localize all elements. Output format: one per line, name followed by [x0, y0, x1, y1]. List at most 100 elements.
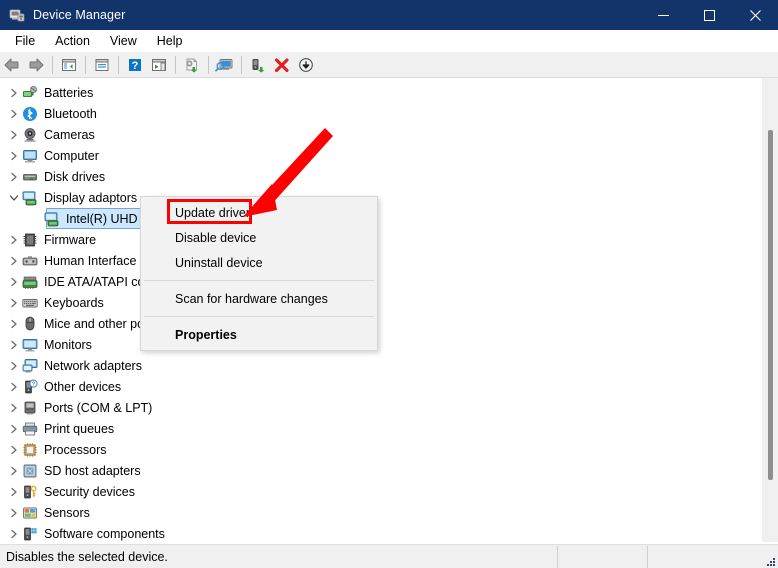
tree-item-processors[interactable]: Processors: [0, 439, 750, 460]
tree-item-disk-drives[interactable]: Disk drives: [0, 166, 750, 187]
menu-action[interactable]: Action: [46, 32, 99, 50]
tree-item-label: Cameras: [44, 127, 95, 142]
chevron-right-icon[interactable]: [6, 463, 22, 479]
tree-item-label: Ports (COM & LPT): [44, 400, 153, 415]
chevron-right-icon[interactable]: [6, 379, 22, 395]
chevron-right-icon[interactable]: [6, 127, 22, 143]
printer-icon: [22, 421, 38, 437]
menu-bar: File Action View Help: [0, 30, 778, 52]
chevron-right-icon[interactable]: [6, 358, 22, 374]
chevron-right-icon[interactable]: [6, 484, 22, 500]
chevron-right-icon[interactable]: [6, 505, 22, 521]
close-button[interactable]: [732, 0, 778, 30]
chevron-right-icon[interactable]: [6, 316, 22, 332]
chevron-right-icon[interactable]: [6, 295, 22, 311]
title-bar[interactable]: Device Manager: [0, 0, 778, 30]
svg-text:?: ?: [132, 60, 139, 72]
tree-item-sd-host-adapters[interactable]: SD host adapters: [0, 460, 750, 481]
chevron-down-icon[interactable]: [6, 190, 22, 206]
toolbar-separator: [241, 55, 242, 74]
tree-item-label: Security devices: [44, 484, 136, 499]
chevron-right-icon[interactable]: [6, 274, 22, 290]
tree-item-cameras[interactable]: Cameras: [0, 124, 750, 145]
tree-item-label: Processors: [44, 442, 107, 457]
context-menu-item-properties[interactable]: Properties: [141, 322, 377, 347]
tree-item-batteries[interactable]: Batteries: [0, 82, 750, 103]
tree-vertical-scrollbar[interactable]: [761, 78, 778, 542]
tree-item-label: Print queues: [44, 421, 115, 436]
help-icon[interactable]: ?: [123, 54, 147, 76]
menu-view[interactable]: View: [101, 32, 146, 50]
window-controls: [640, 0, 778, 30]
menu-help[interactable]: Help: [148, 32, 192, 50]
security-device-icon: [22, 484, 38, 500]
show-hide-action-pane-icon[interactable]: [147, 54, 171, 76]
device-context-menu: Update driver Disable device Uninstall dev…: [140, 196, 378, 351]
context-menu-item-uninstall-device[interactable]: Uninstall device: [141, 250, 377, 275]
menu-file[interactable]: File: [6, 32, 44, 50]
software-component-icon: [22, 526, 38, 542]
disable-device-icon[interactable]: [294, 54, 318, 76]
tree-item-label: Computer: [44, 148, 99, 163]
display-adapter-icon: [22, 190, 38, 206]
device-manager-icon: [9, 7, 25, 23]
chevron-right-icon[interactable]: [6, 169, 22, 185]
tree-item-label: Bluetooth: [44, 106, 97, 121]
chevron-right-icon[interactable]: [6, 106, 22, 122]
chevron-right-icon[interactable]: [6, 253, 22, 269]
uninstall-device-icon[interactable]: [270, 54, 294, 76]
show-hide-console-tree-icon[interactable]: [57, 54, 81, 76]
tree-item-label: Disk drives: [44, 169, 106, 184]
scrollbar-thumb[interactable]: [768, 130, 773, 480]
resize-grip-icon[interactable]: [764, 554, 776, 566]
chevron-right-icon[interactable]: [6, 526, 22, 542]
chevron-right-icon[interactable]: [6, 442, 22, 458]
tree-item-label: SD host adapters: [44, 463, 141, 478]
tree-item-bluetooth[interactable]: Bluetooth: [0, 103, 750, 124]
firmware-icon: [22, 232, 38, 248]
computer-icon: [22, 148, 38, 164]
sensor-icon: [22, 505, 38, 521]
toolbar-separator: [208, 55, 209, 74]
monitor-icon: [22, 337, 38, 353]
status-bar: Disables the selected device.: [0, 544, 778, 568]
back-icon[interactable]: [0, 54, 24, 76]
forward-icon[interactable]: [24, 54, 48, 76]
properties-icon[interactable]: [90, 54, 114, 76]
tree-item-computer[interactable]: Computer: [0, 145, 750, 166]
minimize-button[interactable]: [640, 0, 686, 30]
context-menu-separator: [144, 316, 374, 317]
disk-drive-icon: [22, 169, 38, 185]
device-tree-pane[interactable]: Batteries Bluetooth Cameras Computer Disk dr…: [0, 78, 778, 542]
tree-item-security-devices[interactable]: Security devices: [0, 481, 750, 502]
context-menu-item-scan-for-hardware-changes[interactable]: Scan for hardware changes: [141, 286, 377, 311]
context-menu-item-update-driver[interactable]: Update driver: [141, 200, 377, 225]
network-adapter-icon: [22, 358, 38, 374]
scan-for-hardware-changes-icon[interactable]: [213, 54, 237, 76]
svg-text:?: ?: [32, 381, 35, 387]
keyboard-icon: [22, 295, 38, 311]
tree-item-sensors[interactable]: Sensors: [0, 502, 750, 523]
chevron-right-icon[interactable]: [6, 337, 22, 353]
window-title: Device Manager: [33, 8, 126, 22]
chevron-right-icon[interactable]: [6, 232, 22, 248]
tree-item-ports-com-lpt[interactable]: Ports (COM & LPT): [0, 397, 750, 418]
tree-item-label: Other devices: [44, 379, 122, 394]
chevron-right-icon[interactable]: [6, 400, 22, 416]
tree-item-label: Display adaptors: [44, 190, 138, 205]
enable-device-icon[interactable]: [246, 54, 270, 76]
chevron-right-icon[interactable]: [6, 148, 22, 164]
update-driver-icon[interactable]: [180, 54, 204, 76]
tree-item-print-queues[interactable]: Print queues: [0, 418, 750, 439]
hid-icon: [22, 253, 38, 269]
battery-icon: [22, 85, 38, 101]
toolbar-separator: [85, 55, 86, 74]
context-menu-item-disable-device[interactable]: Disable device: [141, 225, 377, 250]
tree-item-network-adapters[interactable]: Network adapters: [0, 355, 750, 376]
maximize-button[interactable]: [686, 0, 732, 30]
port-icon: [22, 400, 38, 416]
chevron-right-icon[interactable]: [6, 85, 22, 101]
tree-item-other-devices[interactable]: ? Other devices: [0, 376, 750, 397]
tree-item-software-components[interactable]: Software components: [0, 523, 750, 542]
chevron-right-icon[interactable]: [6, 421, 22, 437]
